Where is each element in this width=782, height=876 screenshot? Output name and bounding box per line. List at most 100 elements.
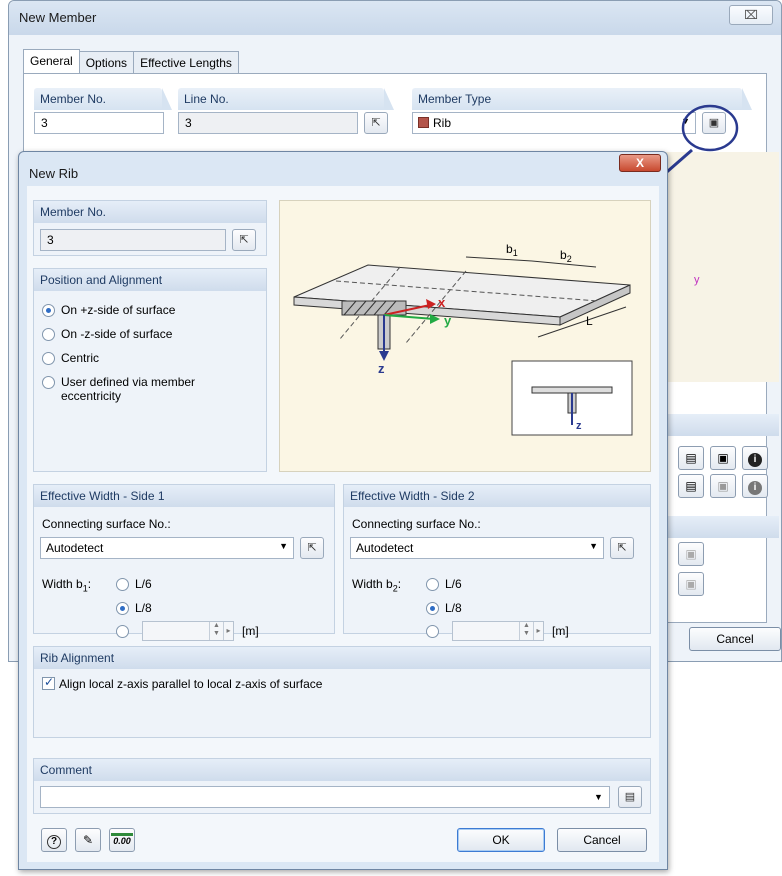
side1-radio-custom[interactable] bbox=[116, 624, 129, 638]
cancel-button[interactable]: Cancel bbox=[557, 828, 647, 852]
side2-radio-custom[interactable] bbox=[426, 624, 439, 638]
radio-centric[interactable]: Centric bbox=[42, 351, 99, 365]
units-decimals-icon: 0.00 bbox=[111, 833, 133, 846]
radio-indicator bbox=[42, 304, 55, 317]
radio-on-minus-z[interactable]: On -z-side of surface bbox=[42, 327, 172, 341]
back-info-button-2[interactable]: i bbox=[742, 474, 768, 498]
radio-indicator bbox=[116, 602, 129, 615]
member-type-select[interactable]: Rib ▼ bbox=[412, 112, 696, 134]
side1-radio-l8[interactable]: L/8 bbox=[116, 601, 152, 615]
line-no-header: Line No. bbox=[178, 88, 394, 110]
new-rib-titlebar: New Rib X bbox=[19, 152, 667, 186]
line-no-field[interactable]: 3 bbox=[178, 112, 358, 134]
position-alignment-header: Position and Alignment bbox=[34, 269, 266, 291]
member-no-group: Member No. 3 ⇱ bbox=[33, 200, 267, 256]
pick-surface-icon: ⇱ bbox=[617, 542, 627, 554]
side2-conn-label: Connecting surface No.: bbox=[352, 517, 481, 531]
back-toolbar-button-1[interactable]: ▤ bbox=[678, 446, 704, 470]
edit-notes-button[interactable]: ✎ bbox=[75, 828, 101, 852]
l-label: L bbox=[586, 314, 593, 328]
side1-conn-label: Connecting surface No.: bbox=[42, 517, 171, 531]
back-edit-button-disabled[interactable]: ▣ bbox=[710, 474, 736, 498]
radio-indicator bbox=[116, 578, 129, 591]
b1-label: b1 bbox=[506, 242, 518, 258]
side1-width-input[interactable]: ▲ ▼ ▸ bbox=[142, 621, 234, 641]
side2-width-label: Width b2: bbox=[352, 577, 402, 594]
back-disabled-button-1[interactable]: ▣ bbox=[678, 542, 704, 566]
side2-conn-select[interactable]: Autodetect ▼ bbox=[350, 537, 604, 559]
new-member-titlebar: New Member ⌧ bbox=[9, 1, 781, 35]
back-edit-button[interactable]: ▣ bbox=[710, 446, 736, 470]
comment-input[interactable] bbox=[40, 786, 610, 808]
side1-unit: [m] bbox=[242, 624, 259, 638]
radio-on-plus-z[interactable]: On +z-side of surface bbox=[42, 303, 175, 317]
radio-label: L/8 bbox=[135, 601, 152, 615]
position-alignment-group: Position and Alignment On +z-side of sur… bbox=[33, 268, 267, 472]
comment-header: Comment bbox=[34, 759, 650, 781]
rib-alignment-group: Rib Alignment Align local z-axis paralle… bbox=[33, 646, 651, 738]
pick-surface-icon: ⇱ bbox=[307, 542, 317, 554]
y-axis-label: y bbox=[694, 274, 700, 286]
pick-member-button[interactable]: ⇱ bbox=[232, 229, 256, 251]
pick-line-button[interactable]: ⇱ bbox=[364, 112, 388, 134]
effective-width-side1-group: Effective Width - Side 1 Connecting surf… bbox=[33, 484, 335, 641]
tab-effective-lengths[interactable]: Effective Lengths bbox=[133, 51, 239, 73]
help-button[interactable]: ? bbox=[41, 828, 67, 852]
side2-pick-surface-button[interactable]: ⇱ bbox=[610, 537, 634, 559]
b2-label: b2 bbox=[560, 248, 572, 264]
comment-library-button[interactable]: ▤ bbox=[618, 786, 642, 808]
radio-label: On -z-side of surface bbox=[61, 327, 173, 341]
side2-header: Effective Width - Side 2 bbox=[344, 485, 650, 507]
tab-options[interactable]: Options bbox=[78, 51, 135, 73]
side2-width-input[interactable]: ▲ ▼ ▸ bbox=[452, 621, 544, 641]
chevron-down-icon: ▼ bbox=[594, 792, 603, 802]
side1-pick-surface-button[interactable]: ⇱ bbox=[300, 537, 324, 559]
edit-dialog-icon: ▣ bbox=[685, 547, 697, 561]
new-rib-close-button[interactable]: X bbox=[619, 154, 661, 172]
pick-cursor-icon: ⇱ bbox=[371, 117, 381, 129]
back-cancel-button[interactable]: Cancel bbox=[689, 627, 781, 651]
comment-library-icon: ▤ bbox=[624, 791, 636, 803]
b1-dim-line bbox=[465, 256, 533, 262]
radio-indicator bbox=[426, 625, 439, 638]
member-type-header: Member Type bbox=[412, 88, 752, 110]
edit-dialog-icon: ▣ bbox=[708, 117, 720, 129]
member-no-field[interactable]: 3 bbox=[34, 112, 164, 134]
back-disabled-button-2[interactable]: ▣ bbox=[678, 572, 704, 596]
x-axis-label: x bbox=[438, 295, 446, 310]
comment-group: Comment ▼ ▤ bbox=[33, 758, 651, 814]
side2-radio-l6[interactable]: L/6 bbox=[426, 577, 462, 591]
radio-user-defined[interactable]: User defined via member eccentricity bbox=[42, 375, 242, 403]
radio-label: Centric bbox=[61, 351, 100, 365]
spin-arrows-icon: ▲ ▼ bbox=[519, 622, 533, 640]
radio-indicator bbox=[42, 376, 55, 389]
radio-indicator bbox=[426, 602, 439, 615]
tab-general[interactable]: General bbox=[23, 49, 80, 73]
back-info-button[interactable]: i bbox=[742, 446, 768, 470]
align-z-axis-checkbox[interactable]: Align local z-axis parallel to local z-a… bbox=[42, 675, 322, 691]
effective-width-side2-group: Effective Width - Side 2 Connecting surf… bbox=[343, 484, 651, 641]
chevron-down-icon: ▼ bbox=[279, 541, 288, 551]
edit-member-type-button[interactable]: ▣ bbox=[702, 112, 726, 134]
edit-dialog-icon: ▣ bbox=[685, 577, 697, 591]
side1-width-label: Width b1: bbox=[42, 577, 92, 594]
notepad-icon: ✎ bbox=[82, 833, 94, 847]
z-axis-label: z bbox=[378, 361, 385, 376]
units-decimals-button[interactable]: 0.00 bbox=[109, 828, 135, 852]
member-no-header: Member No. bbox=[34, 201, 266, 223]
side2-radio-l8[interactable]: L/8 bbox=[426, 601, 462, 615]
radio-label: On +z-side of surface bbox=[61, 303, 176, 317]
side1-conn-select[interactable]: Autodetect ▼ bbox=[40, 537, 294, 559]
y-axis-line bbox=[383, 314, 435, 320]
spin-right-icon: ▸ bbox=[223, 622, 233, 640]
new-rib-content: Member No. 3 ⇱ Position and Alignment On… bbox=[27, 186, 659, 862]
ok-button[interactable]: OK bbox=[457, 828, 545, 852]
member-type-value: Rib bbox=[433, 116, 452, 130]
radio-label: L/6 bbox=[135, 577, 152, 591]
side1-radio-l6[interactable]: L/6 bbox=[116, 577, 152, 591]
rib-member-no-field[interactable]: 3 bbox=[40, 229, 226, 251]
new-member-close-button[interactable]: ⌧ bbox=[729, 5, 773, 25]
back-toolbar-button-2[interactable]: ▤ bbox=[678, 474, 704, 498]
close-icon: ⌧ bbox=[744, 8, 758, 22]
new-rib-dialog: New Rib X Member No. 3 ⇱ Position and Al… bbox=[18, 151, 668, 870]
